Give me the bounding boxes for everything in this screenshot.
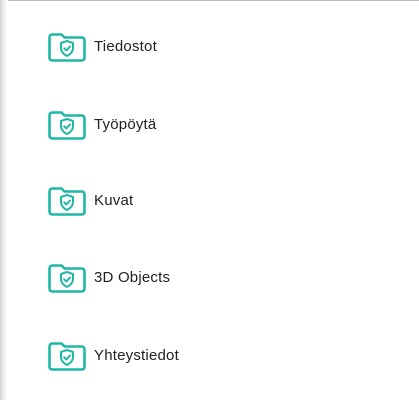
shield-folder-icon: [47, 109, 87, 141]
folder-label: Kuvat: [94, 192, 134, 209]
folder-item-yhteystiedot[interactable]: Yhteystiedot: [0, 332, 419, 380]
folder-label: Yhteystiedot: [94, 347, 179, 364]
shield-folder-icon: [47, 31, 87, 63]
shield-folder-icon: [47, 262, 87, 294]
folder-label: Työpöytä: [94, 116, 157, 133]
folder-label: 3D Objects: [94, 269, 171, 286]
folder-item-tiedostot[interactable]: Tiedostot: [0, 23, 419, 71]
shield-folder-icon: [47, 340, 87, 372]
shield-folder-icon: [47, 185, 87, 217]
folder-item-kuvat[interactable]: Kuvat: [0, 177, 419, 225]
folder-list: Tiedostot Työpöytä Kuvat 3D Objects Yhte…: [0, 0, 419, 400]
folder-item-3d-objects[interactable]: 3D Objects: [0, 254, 419, 302]
folder-item-tyopoyta[interactable]: Työpöytä: [0, 101, 419, 149]
folder-label: Tiedostot: [94, 38, 157, 55]
